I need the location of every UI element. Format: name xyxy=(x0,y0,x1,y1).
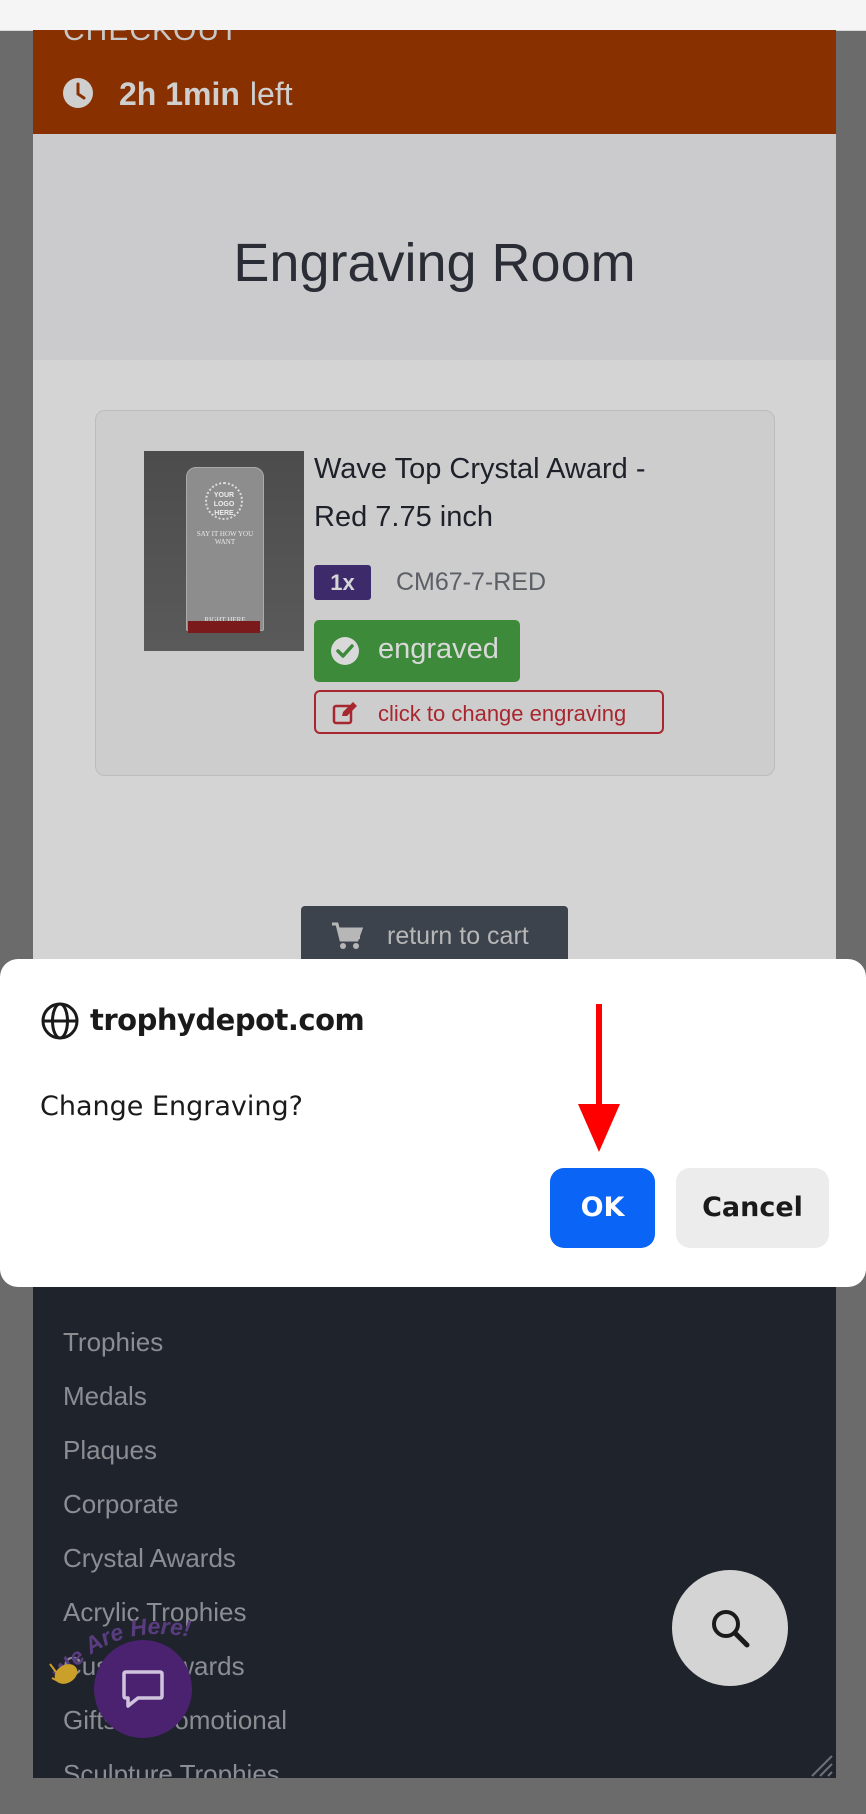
chat-icon xyxy=(122,1670,164,1708)
engraved-status-badge: engraved xyxy=(314,620,520,682)
check-icon xyxy=(331,637,359,665)
ok-button[interactable]: OK xyxy=(550,1168,655,1248)
quantity-badge: 1x xyxy=(314,565,371,600)
product-image-headline: SAY IT HOW YOU WANT xyxy=(196,530,254,546)
dialog-message: Change Engraving? xyxy=(40,1091,303,1122)
time-remaining: 2h 1min left xyxy=(119,76,293,113)
search-icon xyxy=(712,1610,750,1648)
crystal-award-shape: YOUR LOGO HERE SAY IT HOW YOU WANT RIGHT… xyxy=(186,467,264,631)
footer-link-plaques[interactable]: Plaques xyxy=(63,1435,157,1466)
product-name: Wave Top Crystal Award - Red 7.75 inch xyxy=(314,445,714,541)
chat-button[interactable] xyxy=(94,1640,192,1738)
product-image: YOUR LOGO HERE SAY IT HOW YOU WANT RIGHT… xyxy=(144,451,304,651)
engraving-item-card: YOUR LOGO HERE SAY IT HOW YOU WANT RIGHT… xyxy=(95,410,775,776)
footer-link-trophies[interactable]: Trophies xyxy=(63,1327,163,1358)
product-name-line1: Wave Top Crystal Award - xyxy=(314,453,646,485)
dialog-domain: trophydepot.com xyxy=(90,1003,365,1037)
clock-icon xyxy=(63,78,93,108)
time-remaining-suffix: left xyxy=(249,76,293,112)
product-image-logo-text: YOUR LOGO HERE xyxy=(205,482,243,520)
edit-icon xyxy=(332,702,357,725)
crystal-award-base xyxy=(188,621,260,633)
confirm-dialog: trophydepot.com Change Engraving? OK Can… xyxy=(0,959,866,1287)
footer-link-corporate[interactable]: Corporate xyxy=(63,1489,179,1520)
footer-link-sculpture-trophies[interactable]: Sculpture Trophies xyxy=(63,1759,280,1778)
globe-icon xyxy=(41,1002,79,1040)
search-button[interactable] xyxy=(672,1570,788,1686)
arrow-down-icon xyxy=(578,1004,620,1152)
change-engraving-label: click to change engraving xyxy=(378,701,627,726)
checkout-page: CHECKOUT 2h 1min left Engraving Room YOUR… xyxy=(33,30,836,1778)
product-name-line2: Red 7.75 inch xyxy=(314,501,493,533)
browser-top-bar xyxy=(0,0,866,31)
title-band: Engraving Room xyxy=(33,134,836,360)
time-remaining-value: 2h 1min xyxy=(119,76,240,112)
cart-icon xyxy=(332,922,363,949)
footer-link-crystal-awards[interactable]: Crystal Awards xyxy=(63,1543,236,1574)
product-sku: CM67-7-RED xyxy=(396,568,547,596)
checkout-title: CHECKOUT xyxy=(63,30,240,47)
engraved-status-label: engraved xyxy=(378,633,499,665)
cancel-button[interactable]: Cancel xyxy=(676,1168,829,1248)
checkout-timer-bar: CHECKOUT 2h 1min left xyxy=(33,30,836,134)
page-title: Engraving Room xyxy=(233,233,636,293)
footer-link-medals[interactable]: Medals xyxy=(63,1381,147,1412)
change-engraving-button[interactable]: click to change engraving xyxy=(314,690,664,734)
resize-grip-icon[interactable] xyxy=(808,1752,834,1778)
return-to-cart-label: return to cart xyxy=(387,922,529,950)
